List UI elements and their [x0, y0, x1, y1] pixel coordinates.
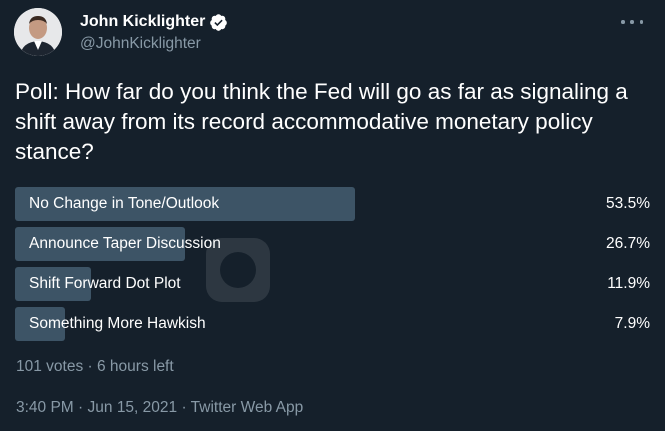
- poll-option-label: No Change in Tone/Outlook: [29, 195, 220, 212]
- tweet-time: 3:40 PM: [16, 399, 74, 416]
- separator: ·: [177, 399, 191, 416]
- more-horizontal-icon[interactable]: [621, 14, 643, 30]
- poll: No Change in Tone/Outlook 53.5% Announce…: [15, 187, 650, 347]
- poll-option-percent: 7.9%: [614, 315, 650, 332]
- author-display-name[interactable]: John Kicklighter: [80, 13, 205, 31]
- verified-badge-icon: [209, 13, 228, 32]
- tweet-time-link[interactable]: 3:40 PM · Jun 15, 2021: [16, 399, 177, 416]
- poll-option-percent: 26.7%: [606, 235, 650, 252]
- poll-option-percent: 53.5%: [606, 195, 650, 212]
- poll-option[interactable]: Shift Forward Dot Plot 11.9%: [15, 267, 650, 301]
- tweet-header: John Kicklighter @JohnKicklighter: [14, 8, 651, 58]
- separator: ·: [73, 399, 88, 416]
- tweet-source-link[interactable]: Twitter Web App: [191, 399, 304, 416]
- tweet-timestamp: 3:40 PM · Jun 15, 2021 · Twitter Web App: [16, 399, 303, 417]
- poll-option-label: Something More Hawkish: [29, 315, 206, 332]
- poll-meta: 101 votes · 6 hours left: [16, 358, 174, 375]
- author-handle[interactable]: @JohnKicklighter: [80, 35, 228, 53]
- avatar[interactable]: [14, 8, 62, 56]
- tweet-date: Jun 15, 2021: [87, 399, 178, 416]
- author-info: John Kicklighter @JohnKicklighter: [80, 11, 228, 53]
- poll-option[interactable]: Announce Taper Discussion 26.7%: [15, 227, 650, 261]
- tweet-card: John Kicklighter @JohnKicklighter Poll: …: [0, 0, 665, 431]
- poll-option-label: Announce Taper Discussion: [29, 235, 221, 252]
- poll-option-label: Shift Forward Dot Plot: [29, 275, 181, 292]
- poll-option[interactable]: Something More Hawkish 7.9%: [15, 307, 650, 341]
- poll-option-percent: 11.9%: [607, 275, 650, 292]
- poll-option[interactable]: No Change in Tone/Outlook 53.5%: [15, 187, 650, 221]
- tweet-text: Poll: How far do you think the Fed will …: [15, 79, 628, 164]
